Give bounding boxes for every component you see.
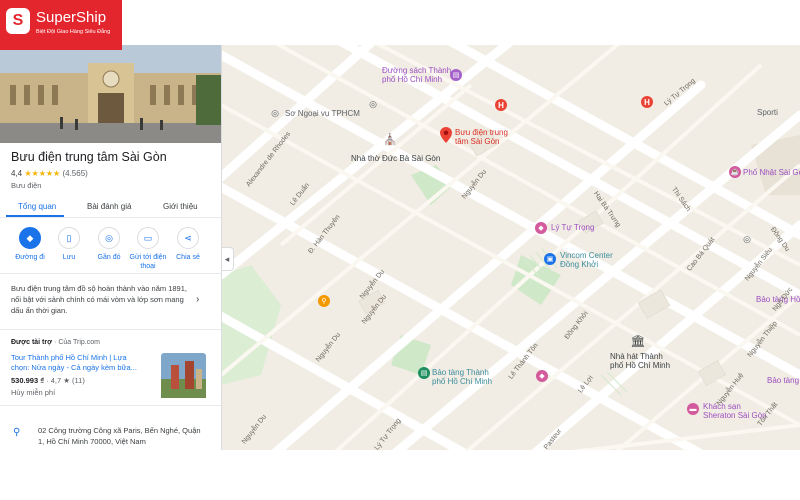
brand-name: SuperShip [36,9,107,26]
star-rating-icon: ★★★★★ [24,169,61,178]
location-pin-icon: ⚲ [13,427,21,438]
museum-right-label-2: Bảo tàng [767,376,800,385]
divider [0,217,221,218]
directions-button[interactable]: ◆ Đường đi [10,227,50,262]
divider [0,273,221,274]
rating-row[interactable]: 4,4 ★★★★★ (4.565) [11,169,88,178]
bookstore-pin-icon[interactable]: ▤ [450,69,462,81]
collapse-panel-button[interactable]: ◂ [221,247,234,271]
sports-label: Sporti [757,108,778,117]
opera-label: Nhà hát Thành phố Hồ Chí Minh [610,352,671,370]
sheraton-label: Khách sạn Sheraton Sài Gòn [703,402,767,420]
bookmark-icon: ▯ [66,232,72,243]
bottom-margin [0,450,800,500]
directions-icon: ◆ [26,232,34,243]
tab-reviews[interactable]: Bài đánh giá [87,202,131,211]
map-canvas[interactable]: ▤ ⛪ ◎ ◎ ◆ ▣ H ☕ 🏛 ▤ ⚲ ◆ ▬ H ◎ Đường sách… [221,45,800,450]
free-cancellation: Hủy miễn phí [11,388,56,397]
place-description[interactable]: Bưu điện trung tâm đồ sộ hoàn thành vào … [11,283,191,316]
share-icon: ⋖ [184,232,192,243]
place-photo[interactable] [0,45,221,143]
seagull-label: Sơ Ngoại vụ TPHCM [285,109,360,118]
place-title: Bưu điện trung tâm Sài Gòn [11,150,167,164]
review-count: (4.565) [62,169,88,178]
vincom-label: Vincom Center Đồng Khởi [560,251,613,269]
museum-pin-icon[interactable]: ▤ [418,367,430,379]
send-to-phone-button[interactable]: ▭ Gửi tới điện thoại [128,227,168,271]
ly-tu-trong-place-label: Lý Tự Trọng [551,223,595,232]
bookstreet-label: Đường sách Thành phố Hồ Chí Minh [382,66,452,84]
chevron-left-icon: ◂ [224,253,230,264]
camera-icon[interactable]: ◎ [269,107,281,119]
pho-nhat-label: Phố Nhật Sài Gòn [743,168,800,177]
place-panel: Bưu điện trung tâm Sài Gòn 4,4 ★★★★★ (4.… [0,45,222,450]
museum-hcm-label: Bảo tàng Thành phố Hồ Chí Minh [432,368,493,386]
place-category: Bưu điện [11,181,42,190]
sponsored-header: Được tài trợ · Của Trip.com [11,339,100,346]
tab-overview[interactable]: Tổng quan [18,202,56,211]
post-office-pin-icon[interactable] [440,127,452,143]
camera-icon[interactable]: ◎ [741,233,753,245]
sponsored-tour-link[interactable]: Tour Thành phố Hồ Chí Minh | Lựa chọn: N… [11,353,151,373]
chevron-right-icon[interactable]: › [196,294,199,305]
post-office-label: Bưu điện trung tâm Sài Gòn [455,128,508,146]
restaurant-pin-icon[interactable]: ⚲ [318,295,330,307]
store-pin-icon[interactable]: ◆ [536,370,548,382]
hospital-pin-icon[interactable]: H [641,96,653,108]
cathedral-label: Nhà thờ Đức Bà Sài Gòn [351,154,441,163]
cathedral-icon[interactable]: ⛪ [383,133,397,146]
camera-icon[interactable]: ◎ [367,98,379,110]
divider [0,329,221,330]
food-pin-icon[interactable]: ☕ [729,166,741,178]
save-button[interactable]: ▯ Lưu [49,227,89,262]
tab-about[interactable]: Giới thiệu [163,202,198,211]
ly-tu-trong-pin-icon[interactable]: ◆ [535,222,547,234]
shopping-pin-icon[interactable]: ▣ [544,253,556,265]
divider [0,405,221,406]
share-button[interactable]: ⋖ Chia sẻ [168,227,208,262]
logo-s-icon: S [6,8,30,34]
hospital-pin-icon[interactable]: H [495,99,507,111]
send-to-phone-icon: ▭ [143,232,153,243]
nearby-icon: ◎ [105,232,113,243]
hotel-pin-icon[interactable]: ▬ [687,403,699,415]
nearby-button[interactable]: ◎ Gần đó [89,227,129,262]
supership-logo: S SuperShip Biệt Đội Giao Hàng Siêu Đẳng [0,0,122,50]
rating-value: 4,4 [11,169,23,178]
opera-house-icon[interactable]: 🏛 [630,334,645,348]
place-address[interactable]: 02 Công trường Công xã Paris, Bến Nghé, … [38,425,218,447]
sponsored-thumbnail[interactable] [161,353,206,398]
sponsored-price-row: 530.993 ₫ · 4,7 ★ (11) [11,376,85,385]
brand-tagline: Biệt Đội Giao Hàng Siêu Đẳng [36,29,111,35]
